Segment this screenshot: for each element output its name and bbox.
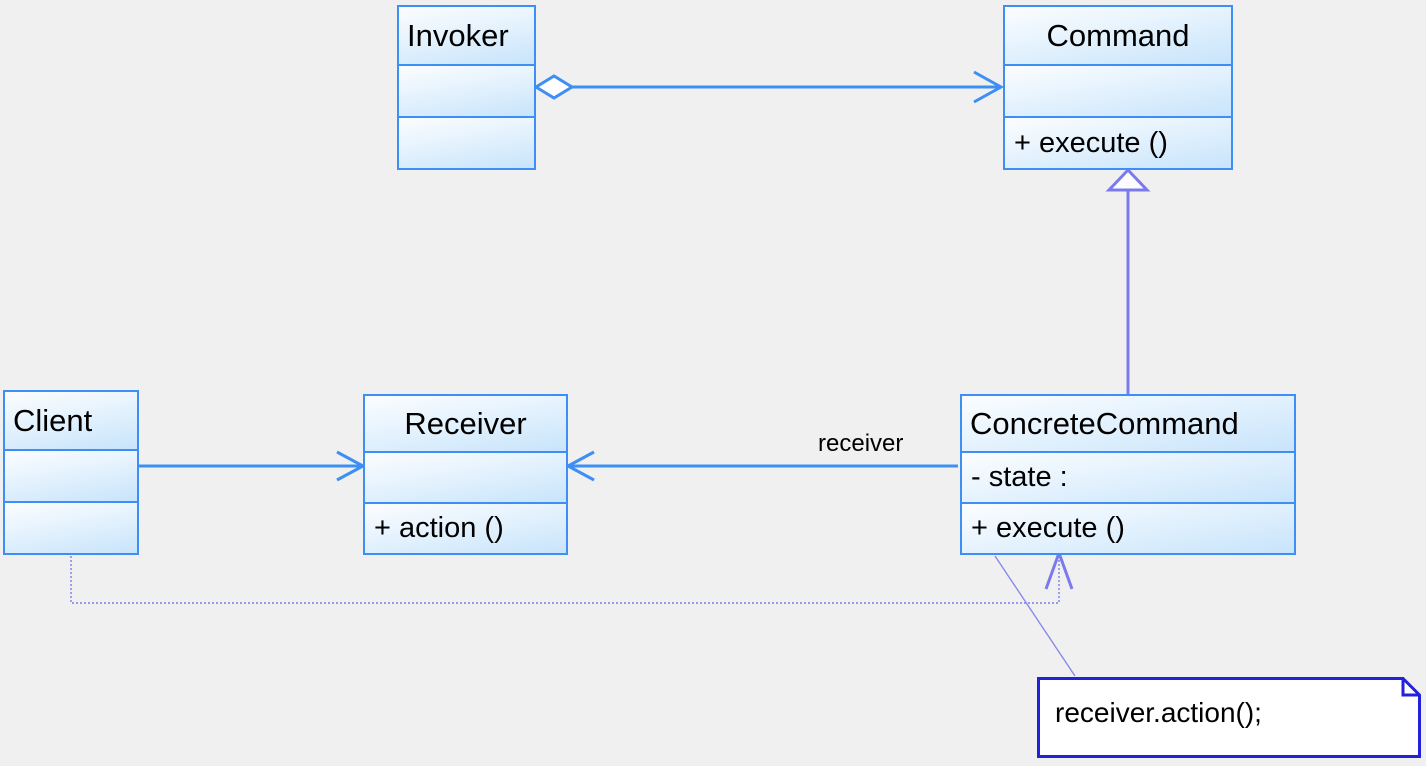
relationship-client-receiver[interactable] [139,450,367,482]
class-operation-label: + execute () [971,512,1125,544]
relationship-client-concretecommand[interactable] [70,548,1074,604]
class-operations-compartment: + action () [365,502,566,553]
class-name-label: Client [13,403,93,438]
class-box-concretecommand[interactable]: ConcreteCommand - state : + execute () [960,394,1296,555]
note-text-label: receiver.action(); [1055,697,1262,728]
class-operations-compartment: + execute () [1005,116,1231,168]
class-attributes-compartment [365,451,566,502]
class-name-label: Invoker [407,18,509,53]
association-role-label-receiver: receiver [818,430,904,457]
class-box-receiver[interactable]: Receiver + action () [363,394,568,555]
class-attribute-label: - state : [971,461,1068,493]
class-attributes-compartment [399,64,534,116]
class-name-compartment: Invoker [399,7,534,64]
class-name-compartment: Client [5,392,137,449]
class-operation-label: + execute () [1014,126,1168,159]
class-box-command[interactable]: Command + execute () [1003,5,1233,170]
open-arrow-icon [1044,548,1074,590]
class-name-label: Command [1046,18,1190,53]
class-box-client[interactable]: Client [3,390,139,555]
class-operations-compartment: + execute () [962,502,1294,553]
class-name-label: ConcreteCommand [970,406,1239,441]
class-name-label: Receiver [404,406,527,441]
relationship-invoker-command[interactable] [533,70,1005,104]
class-operations-compartment [399,116,534,168]
note-receiver-action[interactable]: receiver.action(); [1037,677,1421,758]
class-name-compartment: ConcreteCommand [962,396,1294,451]
class-operation-label: + action () [374,512,504,544]
class-attributes-compartment [1005,64,1231,116]
class-box-invoker[interactable]: Invoker [397,5,536,170]
open-arrow-icon [973,70,1005,104]
class-name-compartment: Command [1005,7,1231,64]
hollow-triangle-icon [1105,167,1151,192]
class-name-compartment: Receiver [365,396,566,451]
class-attributes-compartment [5,449,137,501]
hollow-diamond-icon [533,74,575,100]
open-arrow-icon [336,450,367,482]
uml-diagram-canvas: Command --> Command --> Receiver --> Rec… [0,0,1426,766]
note-anchor-line [994,555,1076,677]
dependency-line [70,556,1060,604]
open-arrow-icon [564,450,595,482]
class-operations-compartment [5,501,137,553]
class-attributes-compartment: - state : [962,451,1294,502]
relationship-concretecommand-command[interactable] [1105,167,1151,394]
